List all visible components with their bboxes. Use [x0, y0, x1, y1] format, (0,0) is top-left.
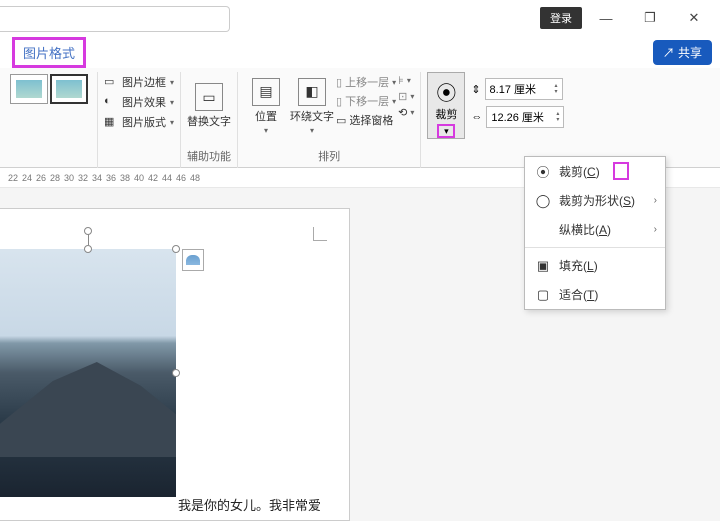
- group-picture-styles: [0, 72, 98, 168]
- crop-dropdown-toggle[interactable]: ▾: [437, 124, 455, 138]
- picture-layout-button[interactable]: ▦ 图片版式▾: [104, 114, 174, 130]
- layout-options-icon: [186, 255, 200, 265]
- chevron-right-icon: ›: [654, 195, 657, 206]
- ribbon: ▭ 图片边框▾ ◐ 图片效果▾ ▦ 图片版式▾ ▭ 替换文字 辅助功能: [0, 68, 720, 168]
- group-icon: ⊡: [398, 90, 407, 103]
- group-arrange: ▤ 位置▾ ◧ 环绕文字▾ ▯上移一层 ▾ ▯下移一层 ▾ ▭选择窗格 ⊧▾ ⊡…: [238, 72, 421, 168]
- wrap-icon: ◧: [298, 78, 326, 106]
- picture-border-button[interactable]: ▭ 图片边框▾: [104, 74, 174, 90]
- backward-icon: ▯: [336, 95, 342, 108]
- align-button[interactable]: ⊧▾: [398, 74, 414, 87]
- resize-handle-top-right[interactable]: [172, 245, 180, 253]
- group-button[interactable]: ⊡▾: [398, 90, 414, 103]
- crop-button[interactable]: ⦿ 裁剪 ▾: [427, 72, 465, 139]
- document-text[interactable]: 我是你的女儿。我非常爱: [0, 495, 321, 514]
- width-icon: ⇔: [471, 111, 482, 123]
- position-button[interactable]: ▤ 位置▾: [244, 72, 288, 140]
- selection-icon: ▭: [336, 114, 346, 127]
- crop-icon: ⦿: [436, 77, 456, 106]
- picture-style-2[interactable]: [50, 74, 88, 104]
- picture-style-1[interactable]: [10, 74, 48, 104]
- bring-forward-button[interactable]: ▯上移一层 ▾: [336, 74, 396, 90]
- rotation-handle[interactable]: [84, 227, 92, 235]
- ribbon-tabs: 图片格式 ↗ 共享: [0, 36, 720, 68]
- shape-icon: ◯: [535, 193, 551, 209]
- alt-text-button[interactable]: ▭ 替换文字: [187, 72, 231, 140]
- width-input-row: ⇔ 12.26 厘米 ▴▾: [471, 106, 564, 128]
- group-accessibility: ▭ 替换文字 辅助功能: [181, 72, 238, 168]
- crop-icon: ⦿: [535, 164, 551, 180]
- mountain-shape: [0, 362, 176, 457]
- group-size: ⦿ 裁剪 ▾ ⇕ 8.17 厘米 ▴▾ ⇔ 12.26 厘米 ▴▾: [421, 72, 574, 168]
- effect-icon: ◐: [104, 95, 118, 109]
- picture-effect-button[interactable]: ◐ 图片效果▾: [104, 94, 174, 110]
- wrap-text-button[interactable]: ◧ 环绕文字▾: [290, 72, 334, 140]
- align-icon: ⊧: [398, 74, 404, 87]
- menu-item-fill[interactable]: ▣ 填充(L): [525, 251, 665, 280]
- width-spinner[interactable]: ▴▾: [556, 111, 559, 123]
- forward-icon: ▯: [336, 76, 342, 89]
- selected-image[interactable]: [0, 249, 176, 497]
- menu-item-aspect[interactable]: 纵横比(A) ›: [525, 215, 665, 244]
- menu-item-crop[interactable]: ⦿ 裁剪(C): [525, 157, 665, 186]
- height-icon: ⇕: [471, 83, 480, 96]
- menu-item-crop-shape[interactable]: ◯ 裁剪为形状(S) ›: [525, 186, 665, 215]
- border-icon: ▭: [104, 75, 118, 89]
- selection-pane-button[interactable]: ▭选择窗格: [336, 112, 396, 128]
- group-label-accessibility: 辅助功能: [187, 148, 231, 168]
- menu-separator: [525, 247, 665, 248]
- image-content: [0, 249, 176, 497]
- search-bar[interactable]: [0, 6, 230, 32]
- send-backward-button[interactable]: ▯下移一层 ▾: [336, 93, 396, 109]
- fill-icon: ▣: [535, 258, 551, 274]
- resize-handle-top[interactable]: [84, 245, 92, 253]
- rotate-icon: ⟲: [398, 106, 407, 119]
- menu-item-fit[interactable]: ▢ 适合(T): [525, 280, 665, 309]
- height-input[interactable]: 8.17 厘米 ▴▾: [485, 78, 563, 100]
- share-button[interactable]: ↗ 共享: [653, 40, 712, 65]
- share-icon: ↗: [663, 46, 678, 60]
- tab-picture-format[interactable]: 图片格式: [12, 37, 86, 68]
- height-spinner[interactable]: ▴▾: [555, 83, 558, 95]
- layout-icon: ▦: [104, 115, 118, 129]
- group-picture-options: ▭ 图片边框▾ ◐ 图片效果▾ ▦ 图片版式▾: [98, 72, 181, 168]
- document-page[interactable]: 我是你的女儿。我非常爱: [0, 208, 350, 521]
- close-button[interactable]: ✕: [674, 3, 714, 33]
- height-input-row: ⇕ 8.17 厘米 ▴▾: [471, 78, 564, 100]
- layout-options-button[interactable]: [182, 249, 204, 271]
- rotate-button[interactable]: ⟲▾: [398, 106, 414, 119]
- chevron-right-icon: ›: [654, 224, 657, 235]
- login-button[interactable]: 登录: [540, 7, 582, 29]
- maximize-button[interactable]: ❐: [630, 3, 670, 33]
- alt-text-icon: ▭: [195, 83, 223, 111]
- minimize-button[interactable]: —: [586, 3, 626, 33]
- position-icon: ▤: [252, 78, 280, 106]
- fit-icon: ▢: [535, 287, 551, 303]
- group-label-arrange: 排列: [318, 148, 340, 168]
- resize-handle-right[interactable]: [172, 369, 180, 377]
- crop-dropdown-menu: ⦿ 裁剪(C) ◯ 裁剪为形状(S) › 纵横比(A) › ▣ 填充(L) ▢ …: [524, 156, 666, 310]
- highlight-box: [613, 162, 629, 180]
- page-corner-mark: [313, 227, 327, 241]
- width-input[interactable]: 12.26 厘米 ▴▾: [486, 106, 564, 128]
